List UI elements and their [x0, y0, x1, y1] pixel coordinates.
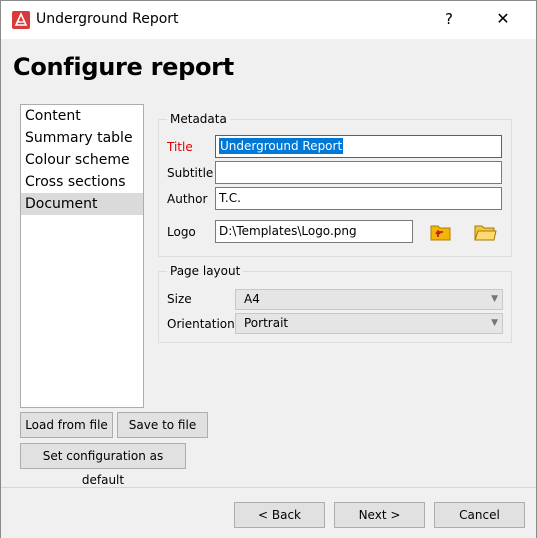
title-bar: Underground Report ? ✕ [1, 1, 536, 39]
subtitle-field[interactable] [215, 161, 502, 184]
metadata-group-title: Metadata [167, 112, 230, 126]
next-button[interactable]: Next > [334, 502, 425, 528]
size-select-value: A4 [244, 292, 260, 306]
subtitle-label: Subtitle [167, 166, 214, 180]
nav-item-summary-table[interactable]: Summary table [21, 127, 143, 149]
window-title: Underground Report [36, 11, 179, 27]
orientation-select[interactable]: Portrait ▼ [235, 313, 503, 334]
orientation-label: Orientation [167, 317, 235, 331]
help-button[interactable]: ? [437, 7, 461, 31]
set-default-button[interactable]: Set configuration as default [20, 443, 186, 487]
nav-item-cross-sections[interactable]: Cross sections [21, 171, 143, 193]
load-from-file-button[interactable]: Load from file [20, 412, 113, 438]
nav-item-content[interactable]: Content [21, 105, 143, 127]
author-field[interactable]: T.C. [215, 187, 502, 210]
save-to-file-button[interactable]: Save to file [117, 412, 208, 438]
chevron-down-icon: ▼ [491, 294, 498, 304]
nav-item-colour-scheme[interactable]: Colour scheme [21, 149, 143, 171]
section-list[interactable]: Content Summary table Colour scheme Cros… [20, 104, 144, 408]
clear-logo-icon[interactable] [429, 222, 453, 242]
chevron-down-icon: ▼ [491, 318, 498, 328]
app-icon [12, 11, 30, 29]
size-label: Size [167, 292, 192, 306]
title-label: Title [167, 140, 193, 154]
logo-path-field[interactable]: D:\Templates\Logo.png [215, 220, 413, 243]
close-button[interactable]: ✕ [491, 7, 515, 31]
title-field-value: Underground Report [219, 138, 344, 154]
orientation-select-value: Portrait [244, 316, 289, 330]
browse-folder-icon[interactable] [473, 222, 497, 242]
cancel-button[interactable]: Cancel [434, 502, 525, 528]
size-select[interactable]: A4 ▼ [235, 289, 503, 310]
author-label: Author [167, 192, 208, 206]
logo-label: Logo [167, 225, 196, 239]
back-button[interactable]: < Back [234, 502, 325, 528]
page-title: Configure report [13, 53, 234, 81]
title-field[interactable]: Underground Report [215, 135, 502, 158]
report-dialog: Underground Report ? ✕ Configure report … [0, 0, 537, 538]
page-layout-group-title: Page layout [167, 264, 244, 278]
nav-item-document[interactable]: Document [21, 193, 143, 215]
